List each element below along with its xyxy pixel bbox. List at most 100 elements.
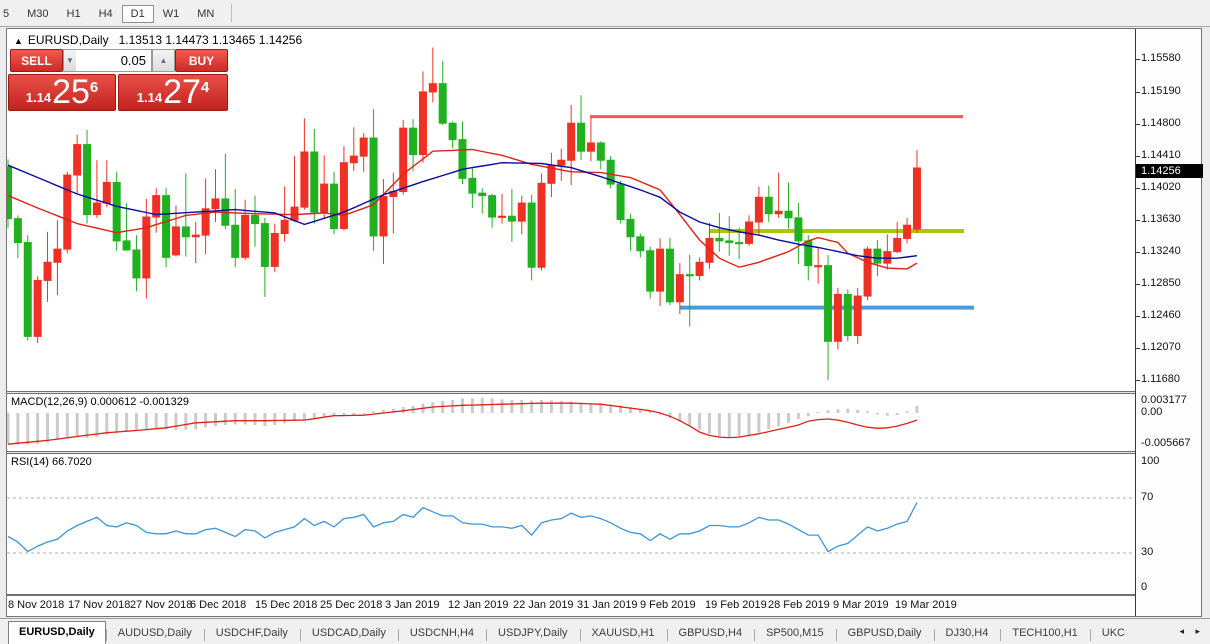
candle — [291, 156, 298, 222]
sell-button[interactable]: SELL — [10, 49, 63, 72]
candle — [331, 172, 338, 235]
candle — [637, 233, 644, 257]
chart-tab-dj30-h4[interactable]: DJ30,H4 — [934, 623, 1001, 644]
time-axis[interactable]: 8 Nov 201817 Nov 201827 Nov 20186 Dec 20… — [7, 596, 1135, 616]
candle — [34, 276, 41, 343]
ask-price-button[interactable]: 1.14 27 4 — [118, 74, 228, 111]
candle — [686, 255, 693, 327]
timeframe-button-w1[interactable]: W1 — [154, 5, 189, 23]
bid-price-big: 25 — [52, 76, 90, 109]
lot-decrease-button[interactable]: ▼ — [63, 49, 77, 72]
price-axis-label: 1.14800 — [1141, 117, 1181, 129]
candle — [469, 168, 476, 208]
candle — [93, 160, 100, 218]
candle — [449, 122, 456, 148]
candle — [340, 146, 347, 230]
timeframe-button-h4[interactable]: H4 — [90, 5, 122, 23]
time-axis-label: 27 Nov 2018 — [130, 599, 192, 611]
timeframe-button-h1[interactable]: H1 — [58, 5, 90, 23]
candle — [775, 173, 782, 218]
price-axis[interactable]: 1.155801.151901.148001.144101.140201.136… — [1135, 29, 1201, 616]
price-axis-label: 1.14020 — [1141, 181, 1181, 193]
chart-tab-bar: EURUSD,DailyAUDUSD,DailyUSDCHF,DailyUSDC… — [0, 618, 1210, 644]
candle — [913, 150, 920, 233]
candle — [597, 141, 604, 169]
candle — [74, 135, 81, 194]
candle — [44, 232, 51, 302]
candle — [163, 188, 170, 267]
axis-tick — [1136, 156, 1140, 157]
candle — [894, 222, 901, 253]
candle — [400, 120, 407, 195]
lot-size-input[interactable] — [76, 49, 152, 72]
candle — [103, 160, 110, 207]
chart-tab-tech100-h1[interactable]: TECH100,H1 — [1000, 623, 1089, 644]
candle — [578, 95, 585, 160]
macd-pane[interactable]: MACD(12,26,9) 0.000612 -0.001329 — [7, 394, 1135, 451]
candle — [627, 214, 634, 251]
timeframe-button-5[interactable]: 5 — [0, 5, 18, 23]
candle — [844, 289, 851, 341]
chart-tab-gbpusd-h4[interactable]: GBPUSD,H4 — [667, 623, 755, 644]
candle — [252, 196, 259, 247]
chart-tab-sp500-m15[interactable]: SP500,M15 — [754, 623, 835, 644]
spin-up-icon: ▲ — [160, 56, 168, 65]
macd-indicator-label: MACD(12,26,9) 0.000612 -0.001329 — [11, 396, 189, 408]
candle — [242, 200, 249, 260]
candle — [261, 218, 268, 297]
toolbar-separator — [231, 4, 232, 22]
chart-tab-usdchf-daily[interactable]: USDCHF,Daily — [204, 623, 300, 644]
chart-tab-xauusd-h1[interactable]: XAUUSD,H1 — [580, 623, 667, 644]
candle — [854, 288, 861, 344]
bid-price-button[interactable]: 1.14 25 6 — [8, 74, 116, 111]
time-axis-label: 9 Mar 2019 — [833, 599, 889, 611]
time-axis-label: 6 Dec 2018 — [190, 599, 246, 611]
chart-tab-usdcnh-h4[interactable]: USDCNH,H4 — [398, 623, 486, 644]
candle — [370, 109, 377, 251]
chart-tab-eurusd-daily[interactable]: EURUSD,Daily — [8, 621, 106, 644]
timeframe-button-mn[interactable]: MN — [188, 5, 223, 23]
candle — [755, 187, 762, 235]
collapse-arrow-icon[interactable]: ▲ — [14, 36, 23, 46]
lot-increase-button[interactable]: ▲ — [152, 49, 175, 72]
candle — [904, 218, 911, 244]
chart-tab-audusd-daily[interactable]: AUDUSD,Daily — [106, 623, 204, 644]
candle — [568, 105, 575, 185]
time-axis-label: 17 Nov 2018 — [68, 599, 130, 611]
price-axis-label: 1.13240 — [1141, 245, 1181, 257]
chart-tab-gbpusd-daily[interactable]: GBPUSD,Daily — [836, 623, 934, 644]
chart-tab-usdjpy-daily[interactable]: USDJPY,Daily — [486, 623, 580, 644]
axis-tick — [1136, 348, 1140, 349]
candle — [360, 133, 367, 172]
candle — [607, 156, 614, 188]
buy-button[interactable]: BUY — [175, 49, 228, 72]
time-axis-label: 19 Mar 2019 — [895, 599, 957, 611]
bid-price-sup: 6 — [90, 79, 98, 96]
price-axis-label: 1.13630 — [1141, 213, 1181, 225]
rsi-axis-label: 70 — [1141, 491, 1153, 503]
rsi-line — [8, 503, 917, 552]
candle — [192, 222, 199, 263]
candle — [419, 71, 426, 162]
tab-scroll-right-icon[interactable]: ▸ — [1195, 626, 1200, 637]
rsi-pane[interactable]: RSI(14) 66.7020 — [7, 454, 1135, 594]
candle — [489, 194, 496, 228]
candle — [528, 195, 535, 281]
price-axis-label: 1.12850 — [1141, 277, 1181, 289]
candle — [64, 172, 71, 253]
price-axis-label: 1.15190 — [1141, 85, 1181, 97]
chart-tab-ukc[interactable]: UKC — [1090, 623, 1137, 644]
rsi-axis-label: 0 — [1141, 581, 1147, 593]
chart-tab-usdcad-daily[interactable]: USDCAD,Daily — [300, 623, 398, 644]
price-axis-label: 1.11680 — [1141, 373, 1180, 385]
tab-scroll-left-icon[interactable]: ◂ — [1179, 626, 1184, 637]
candle — [825, 255, 832, 380]
time-axis-label: 19 Feb 2019 — [705, 599, 767, 611]
candle — [617, 181, 624, 224]
candle — [321, 155, 328, 218]
candle — [726, 216, 733, 256]
timeframe-button-m30[interactable]: M30 — [18, 5, 57, 23]
candle — [558, 149, 565, 181]
candle — [439, 61, 446, 125]
timeframe-button-d1[interactable]: D1 — [122, 5, 154, 23]
